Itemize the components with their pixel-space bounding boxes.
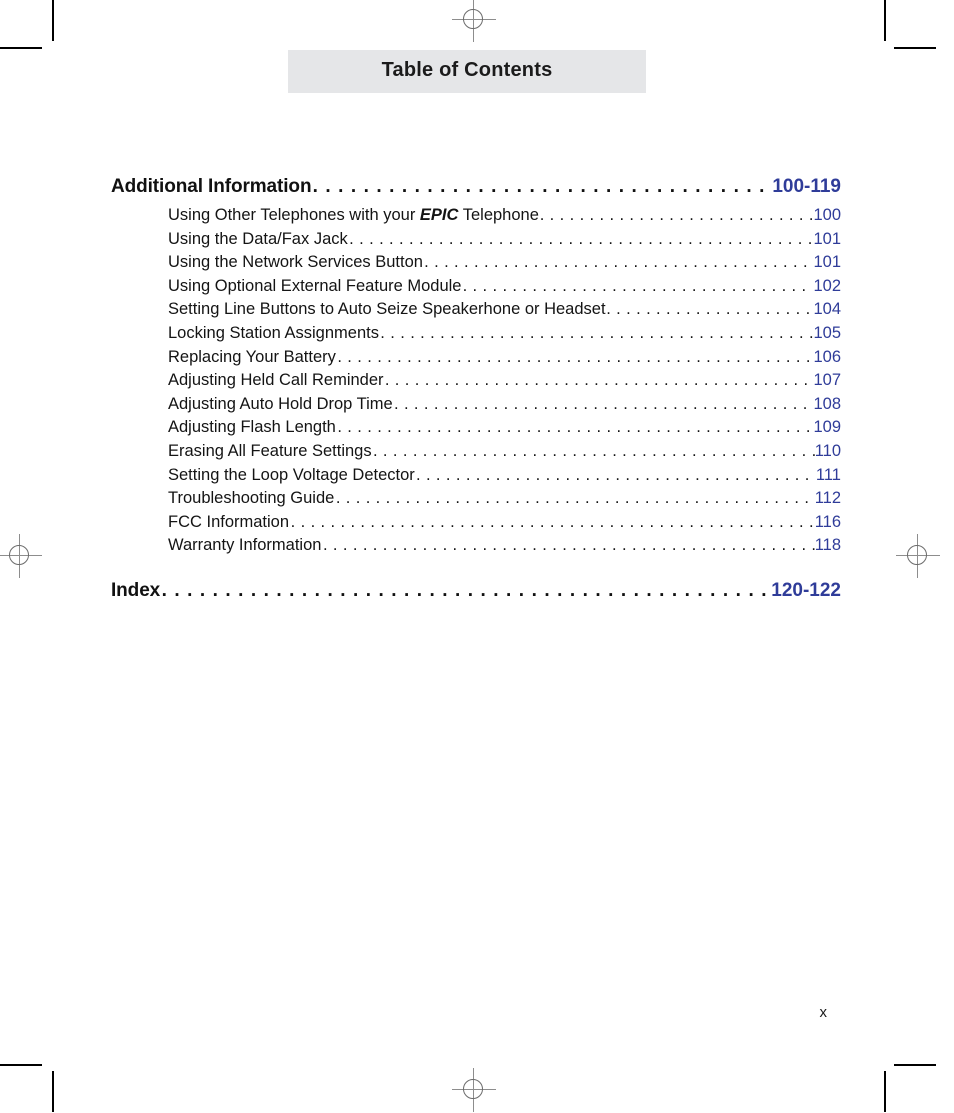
toc-entry-page: 101: [813, 253, 841, 272]
crop-mark-bottom-left-vertical: [52, 1071, 54, 1112]
dot-leader: [424, 251, 813, 275]
toc-section-page: 100-119: [772, 176, 841, 197]
toc-entry[interactable]: Adjusting Held Call Reminder 107: [168, 369, 841, 393]
crop-mark-top-right-vertical: [884, 0, 886, 41]
dot-leader: [385, 369, 814, 393]
toc-entry-label: Using the Network Services Button: [168, 253, 423, 272]
toc-entry[interactable]: Adjusting Auto Hold Drop Time 108: [168, 393, 841, 417]
crop-mark-top-left-horizontal: [0, 47, 42, 49]
toc-entry-page: 106: [813, 347, 841, 366]
toc-entry-label: Warranty Information: [168, 536, 322, 555]
toc-entry[interactable]: Locking Station Assignments 105: [168, 322, 841, 346]
toc-section-label: Additional Information: [111, 176, 312, 197]
toc-section-heading[interactable]: Additional Information 100-119: [111, 176, 841, 198]
toc-entry-list: Using Other Telephones with your EPIC Te…: [168, 204, 841, 558]
toc-entry[interactable]: Setting the Loop Voltage Detector 111: [168, 464, 841, 488]
toc-entry-page: 100: [813, 206, 841, 224]
toc-entry-label: Setting Line Buttons to Auto Seize Speak…: [168, 300, 606, 319]
dot-leader: [337, 416, 813, 440]
crop-mark-top-left-vertical: [52, 0, 54, 41]
dot-leader: [394, 393, 813, 417]
crop-mark-bottom-left-horizontal: [0, 1064, 42, 1066]
toc-entry-page: 118: [814, 536, 841, 555]
toc-entry-page: 116: [814, 512, 841, 531]
toc-entry-label: Troubleshooting Guide: [168, 489, 335, 508]
crop-mark-top-right-horizontal: [894, 47, 936, 49]
toc-entry-page: 105: [813, 323, 841, 342]
toc-entry-label: Erasing All Feature Settings: [168, 441, 372, 460]
toc-entry-label: Using Optional External Feature Module: [168, 276, 462, 295]
toc-entry[interactable]: Adjusting Flash Length 109: [168, 416, 841, 440]
toc-entry[interactable]: Setting Line Buttons to Auto Seize Speak…: [168, 298, 841, 322]
toc-entry-page: 102: [813, 276, 841, 295]
toc-entry[interactable]: Warranty Information 118: [168, 534, 841, 558]
running-head-title: Table of Contents: [381, 59, 553, 81]
dot-leader: [463, 275, 814, 299]
toc-entry-emphasis: EPIC: [419, 206, 459, 224]
toc-entry-label: Using the Data/Fax Jack: [168, 229, 348, 248]
dot-leader: [373, 440, 815, 464]
dot-leader: [606, 298, 813, 322]
dot-leader: [336, 487, 815, 511]
toc-entry[interactable]: Using the Network Services Button 101: [168, 251, 841, 275]
toc-entry-label: Locking Station Assignments: [168, 323, 379, 342]
dot-leader: [349, 228, 813, 252]
registration-target-right-icon: [896, 534, 940, 578]
page-number: x: [819, 1004, 828, 1021]
dot-leader: [337, 346, 813, 370]
toc-entry-label: Adjusting Auto Hold Drop Time: [168, 394, 393, 413]
dot-leader: [380, 322, 813, 346]
toc-entry-page: 112: [814, 489, 841, 508]
toc-entry-page: 108: [813, 394, 841, 413]
registration-target-top-icon: [452, 0, 496, 42]
toc-entry-label: Replacing Your Battery: [168, 347, 336, 366]
toc-section-heading[interactable]: Index 120-122: [111, 580, 841, 602]
dot-leader: [416, 464, 816, 488]
dot-leader: [313, 176, 773, 198]
registration-target-left-icon: [0, 534, 42, 578]
dot-leader: [540, 204, 814, 228]
toc-section-group: Additional Information 100-119 Using Oth…: [111, 176, 841, 558]
dot-leader: [162, 580, 772, 602]
table-of-contents: Additional Information 100-119 Using Oth…: [111, 176, 841, 602]
toc-entry-label: Adjusting Flash Length: [168, 418, 336, 437]
toc-entry[interactable]: Replacing Your Battery 106: [168, 346, 841, 370]
running-head-band: Table of Contents: [288, 50, 646, 93]
toc-entry-page: 107: [813, 371, 841, 390]
toc-entry-label: Setting the Loop Voltage Detector: [168, 465, 415, 484]
dot-leader: [291, 511, 815, 535]
toc-entry[interactable]: Using Other Telephones with your EPIC Te…: [168, 204, 841, 228]
crop-mark-bottom-right-vertical: [884, 1071, 886, 1112]
toc-entry-page: 101: [813, 229, 841, 248]
toc-section-label: Index: [111, 579, 161, 601]
toc-entry-page: 111: [815, 465, 841, 484]
toc-entry[interactable]: Using the Data/Fax Jack 101: [168, 228, 841, 252]
dot-leader: [323, 534, 815, 558]
toc-entry-page: 104: [813, 300, 841, 319]
toc-entry[interactable]: Erasing All Feature Settings 110: [168, 440, 841, 464]
toc-entry[interactable]: Using Optional External Feature Module 1…: [168, 275, 841, 299]
crop-mark-bottom-right-horizontal: [894, 1064, 936, 1066]
toc-section-group: Index 120-122: [111, 580, 841, 602]
toc-section-page: 120-122: [771, 579, 841, 601]
toc-entry-label: FCC Information: [168, 512, 290, 531]
toc-entry-page: 110: [814, 441, 841, 460]
registration-target-bottom-icon: [452, 1068, 496, 1112]
toc-entry[interactable]: FCC Information 116: [168, 511, 841, 535]
toc-entry-page: 109: [813, 418, 841, 437]
toc-entry-label: Using Other Telephones with your EPIC Te…: [168, 206, 539, 224]
toc-entry[interactable]: Troubleshooting Guide 112: [168, 487, 841, 511]
toc-entry-label: Adjusting Held Call Reminder: [168, 371, 384, 390]
